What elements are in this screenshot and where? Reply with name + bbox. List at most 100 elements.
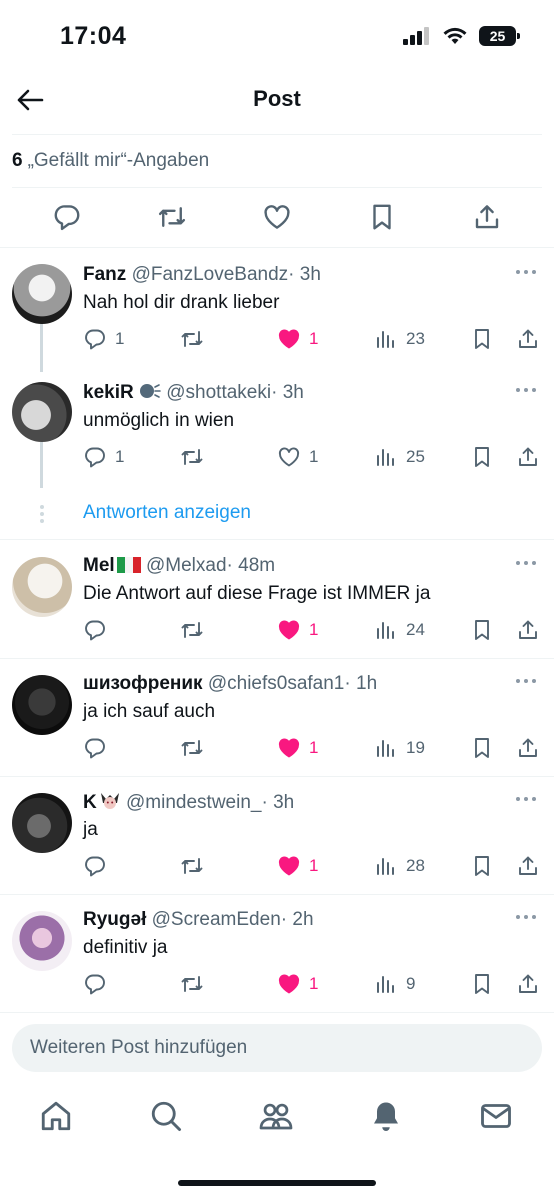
more-options-icon[interactable] xyxy=(514,911,538,923)
avatar[interactable] xyxy=(12,557,72,617)
repost-button[interactable] xyxy=(180,324,204,354)
reply-icon xyxy=(85,620,105,641)
views-button[interactable]: 19 xyxy=(374,733,425,763)
likes-count-row[interactable]: 6 „Gefällt mir“-Angaben xyxy=(12,134,542,188)
bookmark-button[interactable] xyxy=(470,615,494,645)
repost-button[interactable] xyxy=(180,969,204,999)
reply-text: Die Antwort auf diese Frage ist IMMER ja xyxy=(83,583,431,604)
bookmark-button[interactable] xyxy=(470,324,494,354)
reply-button[interactable] xyxy=(83,733,115,763)
reply-item[interactable]: шизофреник @chiefs0safan1· 1h ja ich sau… xyxy=(0,659,554,777)
post-actions xyxy=(0,188,554,248)
user-name[interactable]: kekiR xyxy=(83,382,134,403)
reply-item[interactable]: Fanz @FanzLoveBandz· 3h Nah hol dir dran… xyxy=(0,250,554,372)
add-post-input[interactable]: Weiteren Post hinzufügen xyxy=(12,1024,542,1072)
user-handle[interactable]: @Melxad xyxy=(146,555,227,576)
repost-icon xyxy=(181,858,203,874)
views-button[interactable]: 23 xyxy=(374,324,425,354)
views-icon xyxy=(377,449,394,466)
reply-icon xyxy=(85,738,105,759)
repost-icon[interactable] xyxy=(157,202,187,232)
bookmark-button[interactable] xyxy=(470,733,494,763)
user-handle[interactable]: @FanzLoveBandz xyxy=(132,264,289,285)
avatar[interactable] xyxy=(12,382,72,442)
views-button[interactable]: 25 xyxy=(374,442,425,472)
reply-item[interactable]: Mel @Melxad· 48m Die Antwort auf diese F… xyxy=(0,541,554,659)
reply-item[interactable]: Ryugəł @ScreamEden· 2h definitiv ja 1 9 xyxy=(0,895,554,1013)
views-icon xyxy=(377,976,394,993)
repost-icon xyxy=(181,622,203,638)
like-count: 1 xyxy=(309,620,319,639)
repost-button[interactable] xyxy=(180,733,204,763)
reply-button[interactable] xyxy=(83,615,115,645)
like-icon[interactable] xyxy=(262,202,292,232)
avatar[interactable] xyxy=(12,793,72,853)
like-button[interactable]: 1 xyxy=(277,615,318,645)
user-name[interactable]: Ryugəł xyxy=(83,909,146,930)
avatar[interactable] xyxy=(12,264,72,324)
notifications-icon[interactable] xyxy=(368,1098,404,1134)
communities-icon[interactable] xyxy=(258,1098,294,1134)
more-options-icon[interactable] xyxy=(514,793,538,805)
share-icon[interactable] xyxy=(472,202,502,232)
view-count: 24 xyxy=(406,620,425,639)
reply-button[interactable] xyxy=(83,851,115,881)
avatar[interactable] xyxy=(12,911,72,971)
user-name[interactable]: шизофреник xyxy=(83,673,203,694)
bookmark-button[interactable] xyxy=(470,442,494,472)
user-handle[interactable]: @mindestwein_ xyxy=(126,792,261,813)
share-button[interactable] xyxy=(516,324,540,354)
user-name[interactable]: Fanz xyxy=(83,264,126,285)
reply-item[interactable]: K @mindestwein_· 3h ja 1 28 xyxy=(0,777,554,895)
share-button[interactable] xyxy=(516,615,540,645)
like-count: 1 xyxy=(309,856,319,875)
repost-button[interactable] xyxy=(180,615,204,645)
share-button[interactable] xyxy=(516,733,540,763)
like-button[interactable]: 1 xyxy=(277,442,318,472)
post-time: · 3h xyxy=(261,792,295,813)
user-handle[interactable]: @ScreamEden xyxy=(152,909,281,930)
views-button[interactable]: 28 xyxy=(374,851,425,881)
bookmark-button[interactable] xyxy=(470,969,494,999)
reply-text: ja ich sauf auch xyxy=(83,701,216,722)
home-indicator[interactable] xyxy=(178,1180,376,1186)
reply-text: ja xyxy=(83,819,98,840)
view-count: 9 xyxy=(406,974,416,993)
bookmark-icon[interactable] xyxy=(367,202,397,232)
like-button[interactable]: 1 xyxy=(277,733,318,763)
like-icon xyxy=(278,329,300,349)
like-button[interactable]: 1 xyxy=(277,969,318,999)
more-options-icon[interactable] xyxy=(514,266,538,278)
share-button[interactable] xyxy=(516,442,540,472)
more-options-icon[interactable] xyxy=(514,557,538,569)
reply-icon[interactable] xyxy=(52,202,82,232)
home-icon[interactable] xyxy=(38,1098,74,1134)
repost-button[interactable] xyxy=(180,851,204,881)
avatar[interactable] xyxy=(12,675,72,735)
user-name[interactable]: Mel xyxy=(83,555,115,576)
reply-button[interactable]: 1 xyxy=(83,324,124,354)
share-icon xyxy=(519,620,537,639)
bookmark-button[interactable] xyxy=(470,851,494,881)
reply-button[interactable]: 1 xyxy=(83,442,124,472)
user-name[interactable]: K xyxy=(83,792,97,813)
user-handle[interactable]: @chiefs0safan1 xyxy=(208,673,345,694)
reply-item[interactable]: kekiR @shottakeki· 3h unmöglich in wien … xyxy=(0,368,554,492)
reply-button[interactable] xyxy=(83,969,115,999)
more-options-icon[interactable] xyxy=(514,384,538,396)
reply-text: Nah hol dir drank lieber xyxy=(83,292,280,313)
search-icon[interactable] xyxy=(148,1098,184,1134)
share-button[interactable] xyxy=(516,969,540,999)
like-button[interactable]: 1 xyxy=(277,851,318,881)
show-replies-link[interactable]: Antworten anzeigen xyxy=(83,502,251,524)
messages-icon[interactable] xyxy=(478,1098,514,1134)
like-button[interactable]: 1 xyxy=(277,324,318,354)
bookmark-icon xyxy=(475,620,489,640)
repost-button[interactable] xyxy=(180,442,204,472)
views-button[interactable]: 24 xyxy=(374,615,425,645)
more-options-icon[interactable] xyxy=(514,675,538,687)
views-button[interactable]: 9 xyxy=(374,969,415,999)
share-button[interactable] xyxy=(516,851,540,881)
like-count: 1 xyxy=(309,974,319,993)
user-handle[interactable]: @shottakeki xyxy=(166,382,271,403)
